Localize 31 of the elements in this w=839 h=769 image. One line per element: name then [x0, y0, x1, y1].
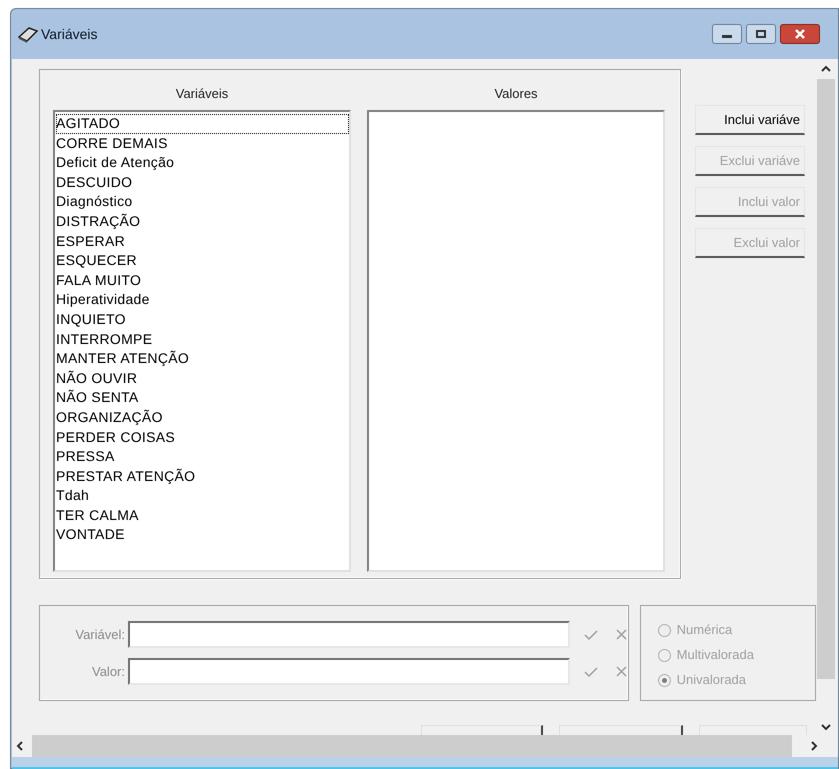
column-heading: Valores — [494, 85, 538, 103]
radio-label: Multivalorada — [676, 646, 754, 664]
list-item[interactable]: NÃO OUVIR — [56, 368, 349, 388]
list-item[interactable]: PRESSA — [56, 447, 349, 467]
list-item[interactable]: Tdah — [56, 486, 349, 506]
list-item[interactable]: FALA MUITO — [56, 270, 349, 290]
list-item[interactable]: Hiperatividade — [56, 290, 349, 310]
list-item[interactable]: PERDER COISAS — [56, 428, 349, 448]
list-item[interactable]: ESPERAR — [56, 232, 349, 252]
radio-label: Numérica — [676, 621, 732, 640]
field-label: Valor: — [91, 662, 125, 681]
list-item[interactable]: ORGANIZAÇÃO — [56, 408, 349, 428]
list-item[interactable]: ESQUECER — [56, 251, 349, 271]
list-item[interactable]: VONTADE — [56, 525, 349, 546]
list-item[interactable]: Diagnóstico — [56, 192, 349, 212]
list-item[interactable]: TER CALMA — [56, 506, 349, 526]
list-item[interactable]: AGITADO — [56, 114, 349, 134]
list-item[interactable]: INQUIETO — [56, 310, 349, 330]
action-button[interactable]: Inclui variáve — [695, 105, 805, 135]
column-heading: Variáveis — [176, 85, 228, 103]
list-item[interactable]: Deficit de Atenção — [56, 153, 349, 173]
field-label: Variável: — [74, 626, 125, 644]
radio-label: Univalorada — [676, 671, 746, 690]
list-item[interactable]: PRESTAR ATENÇÃO — [56, 466, 349, 486]
list-item[interactable]: CORRE DEMAIS — [56, 134, 349, 154]
list-item[interactable]: NÃO SENTA — [56, 388, 349, 408]
list-item[interactable]: DISTRAÇÃO — [56, 212, 349, 232]
list-item[interactable]: MANTER ATENÇÃO — [56, 349, 349, 369]
window-title: Variáveis — [41, 24, 98, 44]
list-item[interactable]: DESCUIDO — [56, 172, 349, 192]
list-item[interactable]: INTERROMPE — [56, 330, 349, 350]
